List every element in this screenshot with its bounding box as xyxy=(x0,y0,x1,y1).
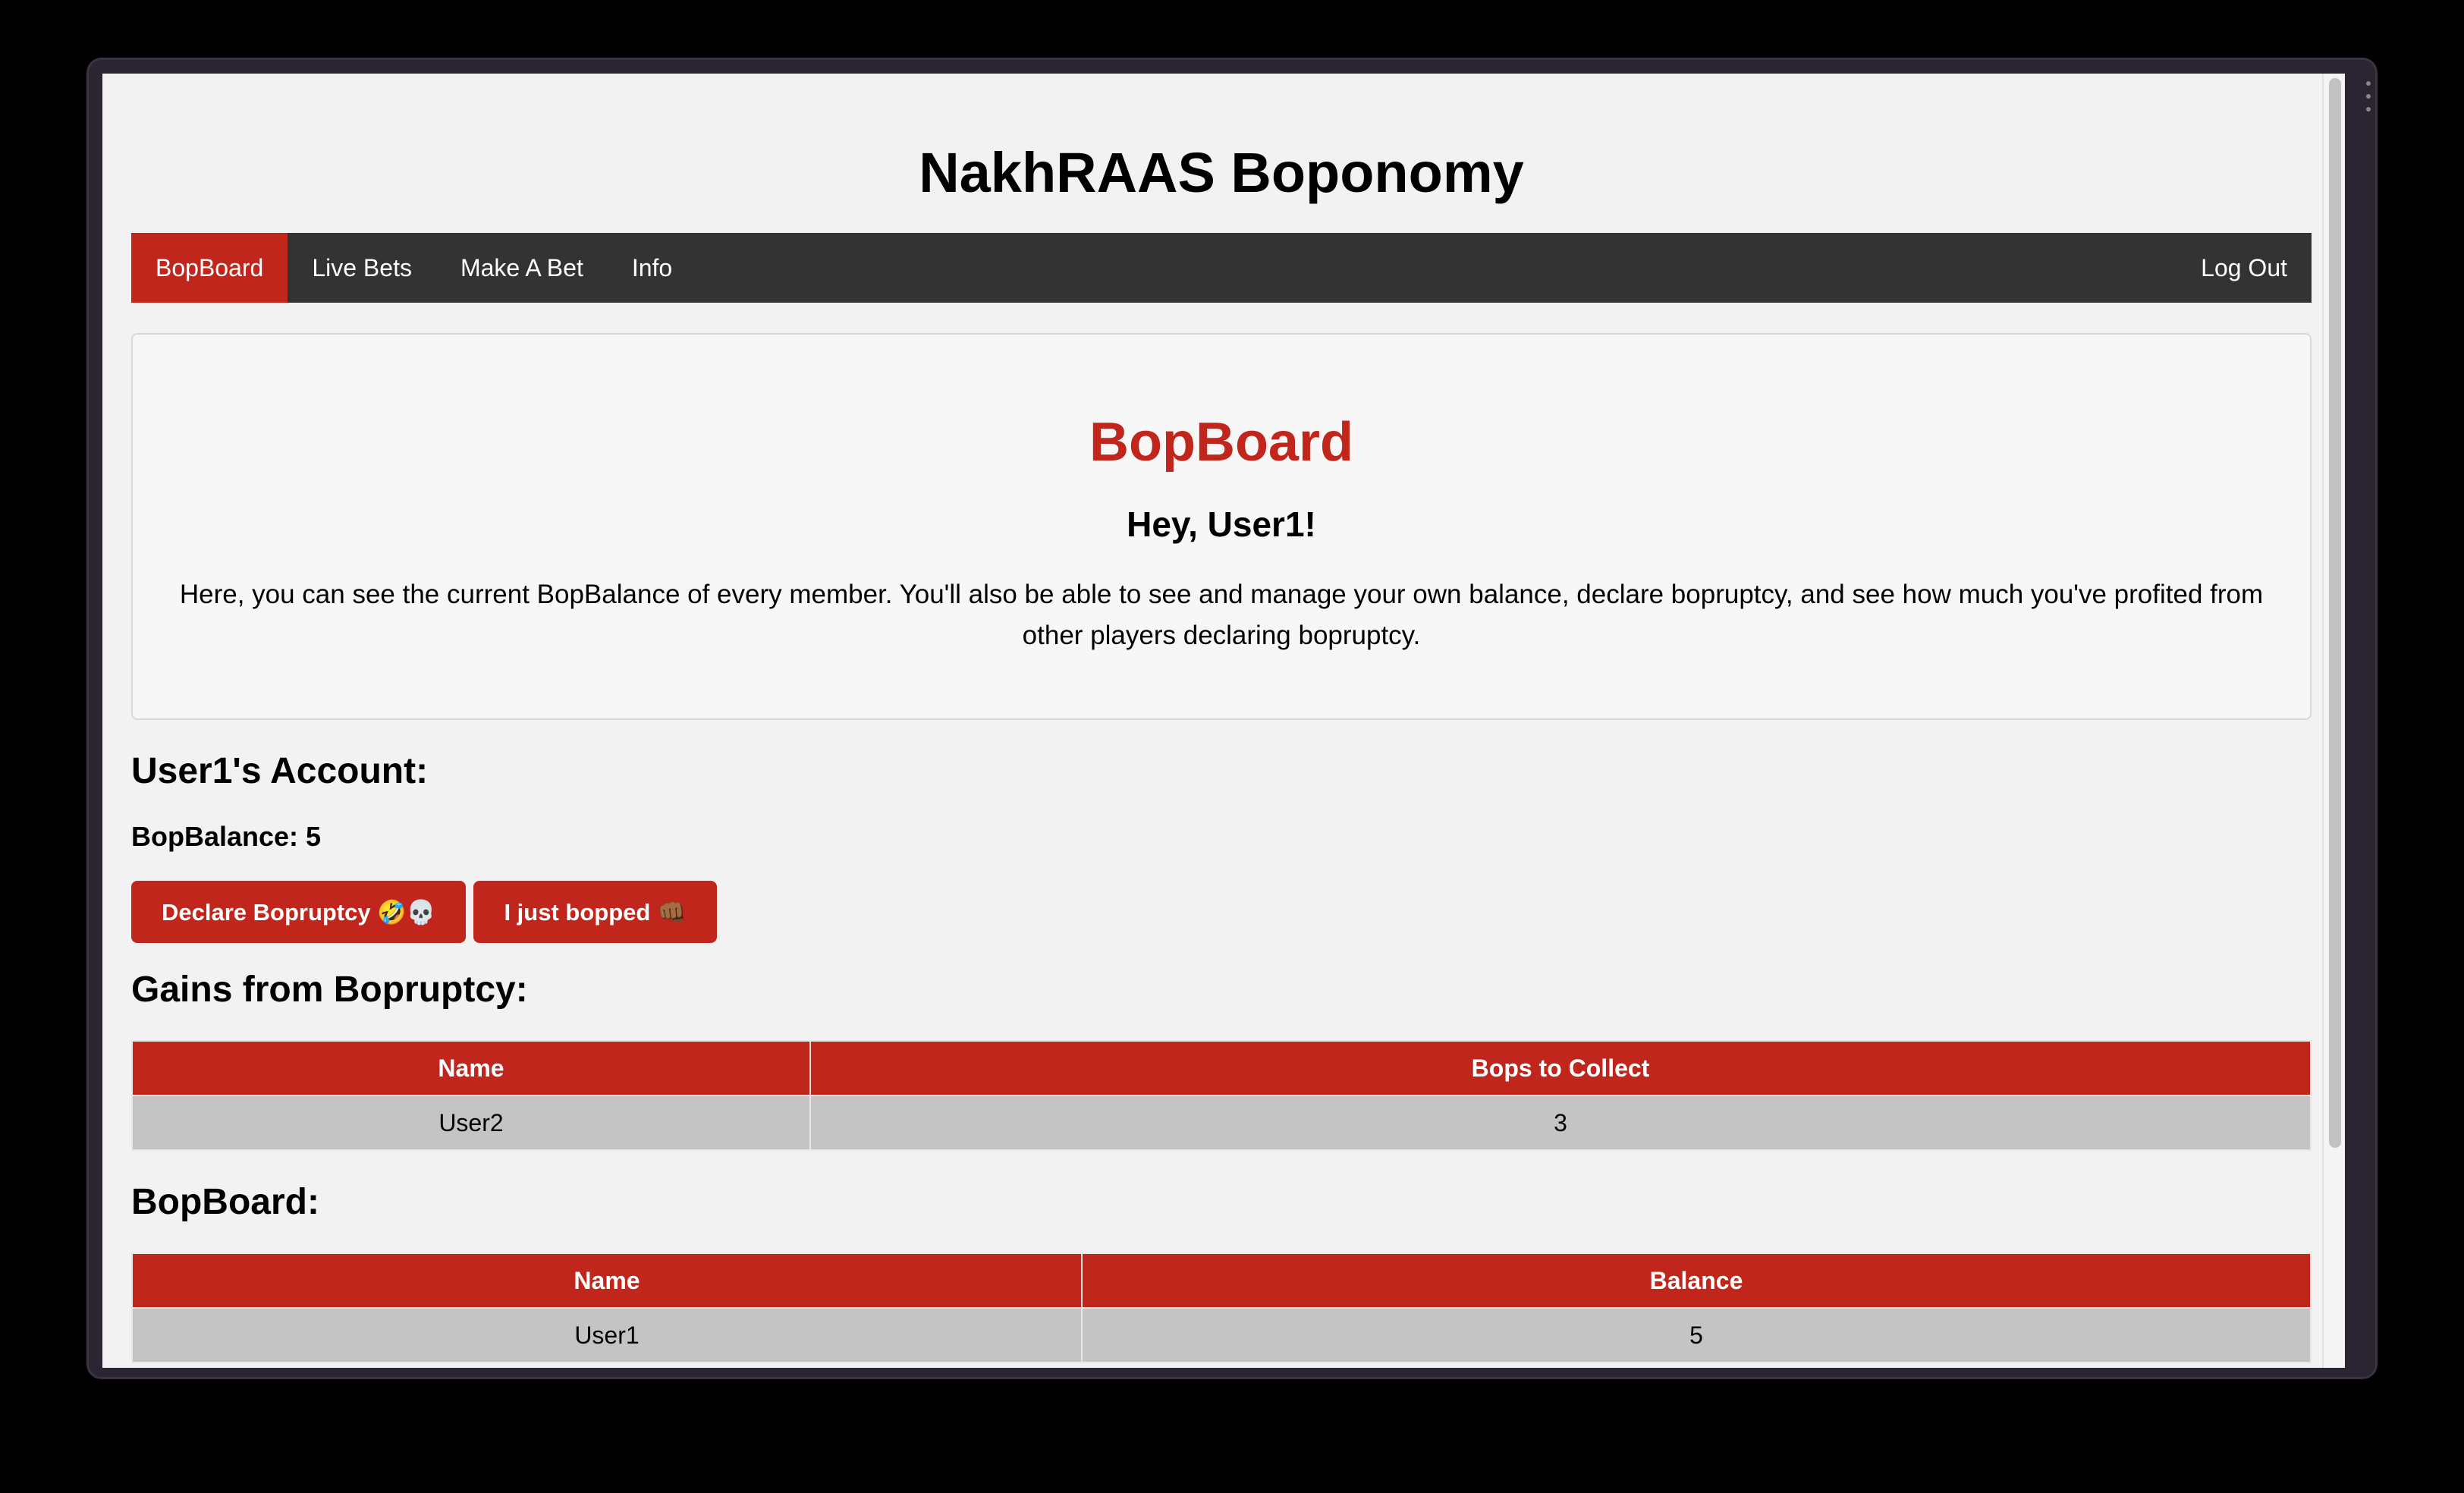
page-content: NakhRAAS Boponomy BopBoard Live Bets Mak… xyxy=(131,74,2312,1363)
logout-link[interactable]: Log Out xyxy=(2176,233,2312,303)
table-cell-balance: 5 xyxy=(1081,1307,2312,1363)
gains-table: Name Bops to Collect User2 3 xyxy=(131,1040,2312,1151)
just-bopped-button[interactable]: I just bopped 👊🏾 xyxy=(473,881,717,943)
table-cell-name: User2 xyxy=(131,1095,811,1151)
intro-heading: BopBoard xyxy=(1089,412,1353,473)
nav-item-live-bets[interactable]: Live Bets xyxy=(288,233,436,303)
bopboard-table: Name Balance User1 5 xyxy=(131,1253,2312,1363)
column-header-balance: Balance xyxy=(1081,1253,2312,1309)
column-header-bops-to-collect: Bops to Collect xyxy=(809,1040,2312,1096)
nav-item-bopboard[interactable]: BopBoard xyxy=(131,233,288,303)
declare-bopruptcy-button[interactable]: Declare Bopruptcy 🤣💀 xyxy=(131,881,467,943)
table-row: User2 3 xyxy=(131,1095,2312,1151)
scrollbar-thumb[interactable] xyxy=(2329,78,2341,1148)
account-title: User1's Account: xyxy=(131,751,429,791)
greeting-text: Hey, User1! xyxy=(1127,504,1316,544)
table-row: User1 5 xyxy=(131,1307,2312,1363)
page-viewport: NakhRAAS Boponomy BopBoard Live Bets Mak… xyxy=(102,74,2345,1368)
table-header-row: Name Balance xyxy=(131,1253,2312,1309)
gains-title: Gains from Bopruptcy: xyxy=(131,970,528,1010)
intro-card: BopBoard Hey, User1! Here, you can see t… xyxy=(131,333,2312,720)
table-header-row: Name Bops to Collect xyxy=(131,1040,2312,1096)
bop-balance: BopBalance: 5 xyxy=(131,821,322,852)
table-cell-name: User1 xyxy=(131,1307,1083,1363)
nav-item-info[interactable]: Info xyxy=(608,233,696,303)
bopboard-title: BopBoard: xyxy=(131,1182,319,1222)
site-title: NakhRAAS Boponomy xyxy=(919,141,1524,204)
vertical-scrollbar[interactable] xyxy=(2322,74,2345,1368)
intro-description: Here, you can see the current BopBalance… xyxy=(179,580,2264,650)
window-grip-icon[interactable] xyxy=(2365,81,2372,112)
browser-window: NakhRAAS Boponomy BopBoard Live Bets Mak… xyxy=(86,58,2378,1379)
column-header-name: Name xyxy=(131,1040,811,1096)
nav-item-make-a-bet[interactable]: Make A Bet xyxy=(436,233,608,303)
table-cell-bops: 3 xyxy=(809,1095,2312,1151)
column-header-name: Name xyxy=(131,1253,1083,1309)
account-actions: Declare Bopruptcy 🤣💀 I just bopped 👊🏾 xyxy=(131,881,2312,943)
navbar: BopBoard Live Bets Make A Bet Info Log O… xyxy=(131,233,2312,303)
